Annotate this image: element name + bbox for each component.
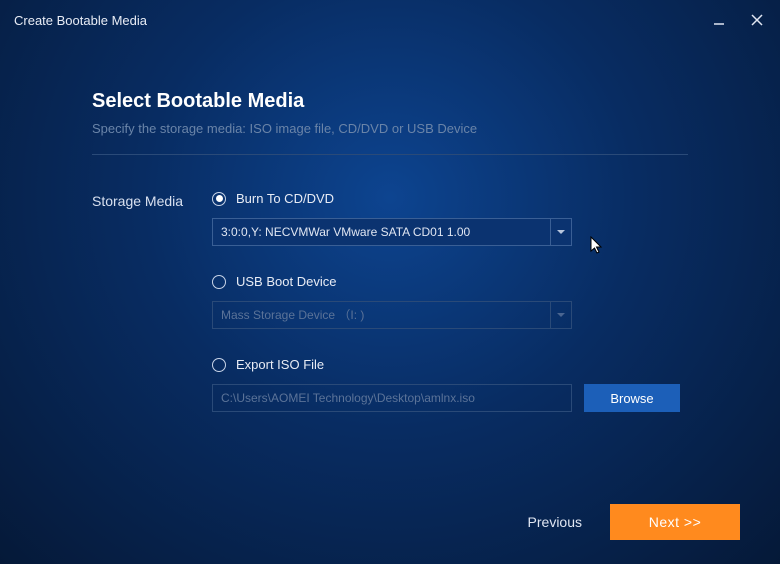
chevron-down-icon	[557, 313, 565, 317]
cd-device-value: 3:0:0,Y: NECVMWar VMware SATA CD01 1.00	[212, 218, 550, 246]
radio-icon	[212, 192, 226, 206]
titlebar-controls	[710, 11, 766, 29]
close-button[interactable]	[748, 11, 766, 29]
radio-cd-label: Burn To CD/DVD	[236, 191, 334, 206]
usb-device-value: Mass Storage Device （I: )	[212, 301, 550, 329]
iso-row: C:\Users\AOMEI Technology\Desktop\amlnx.…	[212, 384, 688, 412]
usb-dropdown-button	[550, 301, 572, 329]
option-usb: USB Boot Device Mass Storage Device （I: …	[212, 274, 688, 329]
option-iso: Export ISO File C:\Users\AOMEI Technolog…	[212, 357, 688, 412]
previous-button[interactable]: Previous	[528, 514, 582, 530]
usb-device-select: Mass Storage Device （I: )	[212, 301, 572, 329]
window-title: Create Bootable Media	[14, 13, 147, 28]
browse-button[interactable]: Browse	[584, 384, 680, 412]
radio-usb[interactable]: USB Boot Device	[212, 274, 688, 289]
minimize-button[interactable]	[710, 11, 728, 29]
radio-iso-label: Export ISO File	[236, 357, 324, 372]
cd-dropdown-button[interactable]	[550, 218, 572, 246]
chevron-down-icon	[557, 230, 565, 234]
divider	[92, 154, 688, 155]
radio-cd[interactable]: Burn To CD/DVD	[212, 191, 688, 206]
next-button[interactable]: Next >>	[610, 504, 740, 540]
page-title: Select Bootable Media	[92, 90, 688, 113]
radio-usb-label: USB Boot Device	[236, 274, 336, 289]
radio-icon	[212, 275, 226, 289]
options-group: Burn To CD/DVD 3:0:0,Y: NECVMWar VMware …	[212, 191, 688, 440]
section-label: Storage Media	[92, 191, 212, 209]
iso-path-field: C:\Users\AOMEI Technology\Desktop\amlnx.…	[212, 384, 572, 412]
option-cd: Burn To CD/DVD 3:0:0,Y: NECVMWar VMware …	[212, 191, 688, 246]
radio-icon	[212, 358, 226, 372]
storage-media-section: Storage Media Burn To CD/DVD 3:0:0,Y: NE…	[92, 191, 688, 440]
titlebar: Create Bootable Media	[0, 0, 780, 40]
content-area: Select Bootable Media Specify the storag…	[0, 40, 780, 440]
cd-device-select[interactable]: 3:0:0,Y: NECVMWar VMware SATA CD01 1.00	[212, 218, 572, 246]
radio-iso[interactable]: Export ISO File	[212, 357, 688, 372]
footer: Previous Next >>	[528, 504, 740, 540]
page-subtitle: Specify the storage media: ISO image fil…	[92, 121, 688, 136]
